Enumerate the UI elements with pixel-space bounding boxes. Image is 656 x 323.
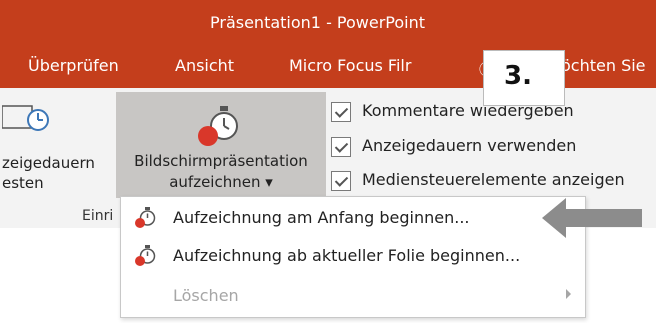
submenu-arrow-icon xyxy=(566,289,571,299)
record-from-beginning-label: Aufzeichnung am Anfang beginnen... xyxy=(173,208,470,227)
tell-me-input[interactable]: öchten Sie xyxy=(561,56,646,75)
anzeigedauern-checkbox[interactable] xyxy=(331,137,351,157)
record-button-label-2: aufzeichnen ▾ xyxy=(169,173,273,191)
clear-label: Löschen xyxy=(173,286,239,305)
step-callout: 3. xyxy=(483,50,565,106)
step-callout-text: 3. xyxy=(504,61,532,91)
pointer-arrow-icon xyxy=(542,198,642,238)
record-button-label-1: Bildschirmpräsentation xyxy=(134,152,308,170)
rehearse-timings-button[interactable]: zeigedauern esten xyxy=(0,92,112,198)
record-from-current-slide-label: Aufzeichnung ab aktueller Folie beginnen… xyxy=(173,246,521,265)
menu-item-record-from-beginning[interactable]: Aufzeichnung am Anfang beginnen... xyxy=(121,201,585,235)
record-from-current-slide-icon xyxy=(135,245,156,266)
record-slide-show-button[interactable]: Bildschirmpräsentation aufzeichnen ▾ xyxy=(116,92,326,198)
title-bar: Präsentation1 - PowerPoint xyxy=(0,0,656,46)
menu-item-record-from-current-slide[interactable]: Aufzeichnung ab aktueller Folie beginnen… xyxy=(121,239,585,273)
mediensteuerelemente-label: Mediensteuerelemente anzeigen xyxy=(362,170,625,189)
window-title: Präsentation1 - PowerPoint xyxy=(210,13,426,32)
rehearse-timings-label-1: zeigedauern xyxy=(2,154,95,172)
tab-ueberpruefen[interactable]: Überprüfen xyxy=(28,56,119,75)
record-from-beginning-icon xyxy=(135,207,156,228)
group-label-einrichten: Einri xyxy=(82,208,114,224)
menu-item-clear: Löschen xyxy=(121,279,585,313)
tab-ansicht[interactable]: Ansicht xyxy=(175,56,234,75)
mediensteuerelemente-checkbox[interactable] xyxy=(331,171,351,191)
kommentare-checkbox[interactable] xyxy=(331,102,351,122)
rehearse-timings-icon xyxy=(2,105,49,131)
record-dropdown-menu: Aufzeichnung am Anfang beginnen... Aufze… xyxy=(120,196,586,318)
record-icon xyxy=(198,106,238,146)
tab-micro-focus-filr[interactable]: Micro Focus Filr xyxy=(289,56,411,75)
anzeigedauern-label: Anzeigedauern verwenden xyxy=(362,136,577,155)
rehearse-timings-label-2: esten xyxy=(2,174,44,192)
